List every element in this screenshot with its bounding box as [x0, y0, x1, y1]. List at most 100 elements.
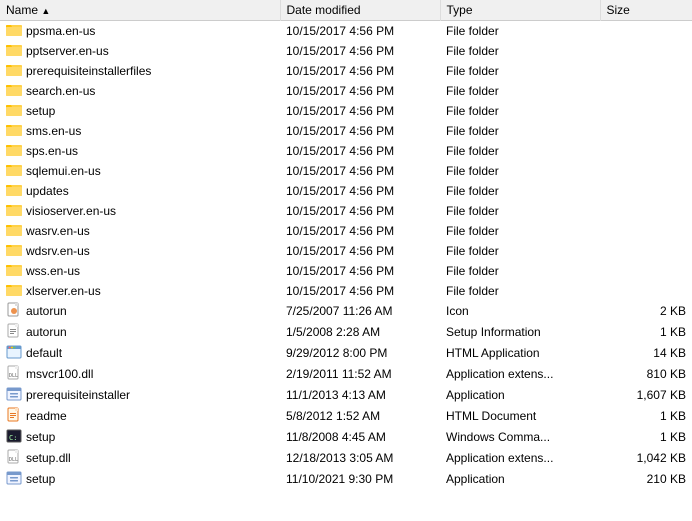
table-row[interactable]: autorun1/5/2008 2:28 AMSetup Information… [0, 322, 692, 343]
file-type-cell: File folder [440, 161, 600, 181]
file-date-cell: 10/15/2017 4:56 PM [280, 121, 440, 141]
file-name-text: wasrv.en-us [26, 224, 90, 238]
file-type-cell: File folder [440, 281, 600, 301]
file-type-cell: File folder [440, 121, 600, 141]
table-row[interactable]: setup11/10/2021 9:30 PMApplication210 KB [0, 469, 692, 490]
table-row[interactable]: sms.en-us10/15/2017 4:56 PMFile folder [0, 121, 692, 141]
html-app-icon [6, 344, 22, 363]
table-row[interactable]: wdsrv.en-us10/15/2017 4:56 PMFile folder [0, 241, 692, 261]
file-name-text: setup [26, 472, 55, 486]
svg-text:DLL: DLL [9, 457, 18, 463]
file-name-text: ppsma.en-us [26, 24, 95, 38]
table-row[interactable]: wss.en-us10/15/2017 4:56 PMFile folder [0, 261, 692, 281]
file-date-cell: 11/1/2013 4:13 AM [280, 385, 440, 406]
file-size-cell: 210 KB [600, 469, 692, 490]
table-row[interactable]: sps.en-us10/15/2017 4:56 PMFile folder [0, 141, 692, 161]
file-name-text: pptserver.en-us [26, 44, 109, 58]
file-date-cell: 2/19/2011 11:52 AM [280, 364, 440, 385]
col-header-type[interactable]: Type [440, 0, 600, 21]
cmd-file-icon: C: [6, 428, 22, 447]
file-type-cell: HTML Document [440, 406, 600, 427]
file-name-text: updates [26, 184, 69, 198]
folder-icon [6, 102, 22, 119]
table-row[interactable]: wasrv.en-us 10/15/2017 4:56 PMFile folder [0, 221, 692, 241]
table-row[interactable]: ppsma.en-us 10/15/2017 4:56 PMFile folder [0, 21, 692, 41]
file-type-cell: File folder [440, 41, 600, 61]
col-header-size[interactable]: Size [600, 0, 692, 21]
folder-icon [6, 162, 22, 179]
file-name-cell: default [0, 343, 280, 364]
table-row[interactable]: DLL setup.dll12/18/2013 3:05 AMApplicati… [0, 448, 692, 469]
table-row[interactable]: C: setup11/8/2008 4:45 AMWindows Comma..… [0, 427, 692, 448]
file-type-cell: Icon [440, 301, 600, 322]
file-type-cell: File folder [440, 21, 600, 41]
file-name-cell: sqlemui.en-us [0, 161, 280, 181]
file-name-text: readme [26, 409, 67, 423]
table-row[interactable]: search.en-us10/15/2017 4:56 PMFile folde… [0, 81, 692, 101]
file-name-text: autorun [26, 325, 67, 339]
table-row[interactable]: updates10/15/2017 4:56 PMFile folder [0, 181, 692, 201]
col-header-date[interactable]: Date modified [280, 0, 440, 21]
file-name-cell: setup [0, 101, 280, 121]
name-col-label: Name [6, 3, 38, 17]
table-row[interactable]: default9/29/2012 8:00 PMHTML Application… [0, 343, 692, 364]
file-size-cell: 810 KB [600, 364, 692, 385]
file-date-cell: 11/8/2008 4:45 AM [280, 427, 440, 448]
file-name-text: msvcr100.dll [26, 367, 93, 381]
file-size-cell [600, 181, 692, 201]
table-row[interactable]: prerequisiteinstaller 11/1/2013 4:13 AMAp… [0, 385, 692, 406]
file-name-cell: xlserver.en-us [0, 281, 280, 301]
file-type-cell: File folder [440, 221, 600, 241]
file-name-cell: DLL msvcr100.dll [0, 364, 280, 385]
table-row[interactable]: readme5/8/2012 1:52 AMHTML Document1 KB [0, 406, 692, 427]
file-date-cell: 5/8/2012 1:52 AM [280, 406, 440, 427]
table-row[interactable]: prerequisiteinstallerfiles10/15/2017 4:5… [0, 61, 692, 81]
folder-icon [6, 122, 22, 139]
exe-file-icon [6, 470, 22, 489]
file-name-cell: wasrv.en-us [0, 221, 280, 241]
svg-text:DLL: DLL [9, 373, 18, 379]
table-row[interactable]: visioserver.en-us10/15/2017 4:56 PMFile … [0, 201, 692, 221]
folder-icon [6, 82, 22, 99]
folder-icon [6, 22, 22, 39]
file-size-cell: 1 KB [600, 322, 692, 343]
file-name-cell: updates [0, 181, 280, 201]
file-name-text: wdsrv.en-us [26, 244, 90, 258]
file-size-cell [600, 41, 692, 61]
file-name-cell: prerequisiteinstaller [0, 385, 280, 406]
file-name-cell: wdsrv.en-us [0, 241, 280, 261]
exe-file-icon [6, 386, 22, 405]
file-date-cell: 10/15/2017 4:56 PM [280, 21, 440, 41]
file-name-text: setup [26, 430, 55, 444]
col-header-name[interactable]: Name [0, 0, 280, 21]
file-size-cell [600, 221, 692, 241]
file-name-cell: sms.en-us [0, 121, 280, 141]
table-row[interactable]: DLL msvcr100.dll2/19/2011 11:52 AMApplic… [0, 364, 692, 385]
file-name-text: prerequisiteinstaller [26, 388, 130, 402]
folder-icon [6, 182, 22, 199]
table-row[interactable]: xlserver.en-us10/15/2017 4:56 PMFile fol… [0, 281, 692, 301]
file-size-cell [600, 121, 692, 141]
file-name-cell: C: setup [0, 427, 280, 448]
table-row[interactable]: sqlemui.en-us10/15/2017 4:56 PMFile fold… [0, 161, 692, 181]
file-name-cell: sps.en-us [0, 141, 280, 161]
file-name-cell: wss.en-us [0, 261, 280, 281]
table-row[interactable]: setup10/15/2017 4:56 PMFile folder [0, 101, 692, 121]
file-type-cell: Application [440, 385, 600, 406]
file-date-cell: 10/15/2017 4:56 PM [280, 41, 440, 61]
icon-file-icon [6, 302, 22, 321]
file-date-cell: 10/15/2017 4:56 PM [280, 221, 440, 241]
file-type-cell: File folder [440, 101, 600, 121]
file-name-cell: pptserver.en-us [0, 41, 280, 61]
file-name-cell: search.en-us [0, 81, 280, 101]
file-size-cell [600, 101, 692, 121]
file-name-cell: autorun [0, 322, 280, 343]
table-row[interactable]: autorun7/25/2007 11:26 AMIcon2 KB [0, 301, 692, 322]
file-date-cell: 10/15/2017 4:56 PM [280, 161, 440, 181]
table-row[interactable]: pptserver.en-us 10/15/2017 4:56 PMFile fo… [0, 41, 692, 61]
file-type-cell: File folder [440, 141, 600, 161]
setup-inf-icon [6, 323, 22, 342]
file-size-cell: 1,042 KB [600, 448, 692, 469]
folder-icon [6, 282, 22, 299]
file-name-text: default [26, 346, 62, 360]
